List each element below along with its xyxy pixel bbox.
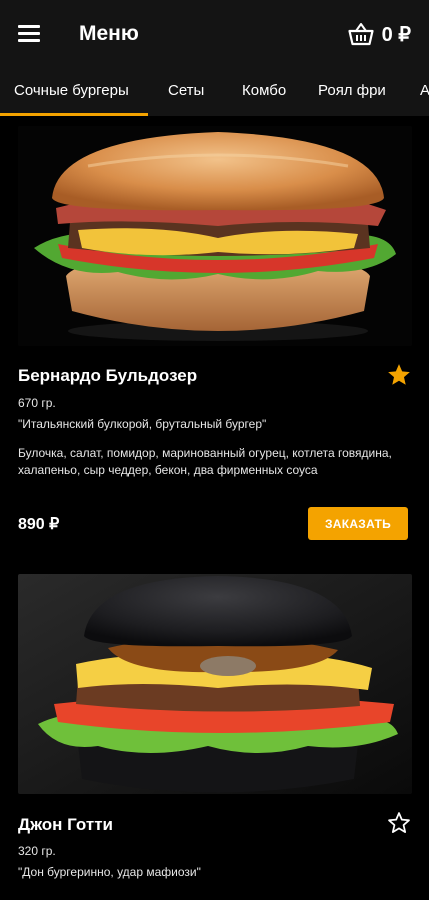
cart-button[interactable]: 0 ₽ [347, 20, 411, 48]
star-filled-icon[interactable] [386, 362, 412, 388]
burger-image [18, 574, 412, 794]
app-bar: Меню 0 ₽ [0, 0, 429, 68]
product-description: Булочка, салат, помидор, маринованный ог… [18, 446, 392, 477]
tab-combo[interactable]: Комбо [242, 82, 286, 99]
product-weight: 670 гр. [18, 396, 56, 410]
product-tagline: "Итальянский булкорой, брутальный бургер… [18, 417, 267, 431]
product-tagline: "Дон бургеринно, удар мафиози" [18, 865, 201, 879]
product-name: Джон Готти [18, 815, 113, 834]
tab-royal-fries[interactable]: Роял фри [318, 82, 386, 99]
product-photo[interactable] [18, 574, 412, 794]
product-name: Бернардо Бульдозер [18, 366, 198, 385]
tab-sets[interactable]: Сеты [168, 82, 204, 99]
basket-icon [347, 23, 374, 46]
star-outline-icon[interactable] [386, 810, 412, 836]
burger-image [18, 126, 412, 346]
hamburger-menu-icon[interactable] [18, 22, 42, 44]
page-title: Меню [79, 22, 139, 45]
product-price: 890 ₽ [18, 516, 60, 533]
product-list: Бернардо Бульдозер 670 гр. "Итальянский … [0, 116, 429, 900]
tab-juicy-burgers[interactable]: Сочные бургеры [14, 82, 129, 99]
product-photo[interactable] [18, 126, 412, 346]
product-weight: 320 гр. [18, 844, 56, 858]
tab-next[interactable]: А [420, 82, 429, 99]
category-tabs: Сочные бургеры Сеты Комбо Роял фри А [0, 68, 429, 116]
order-button[interactable]: ЗАКАЗАТЬ [308, 507, 408, 540]
cart-total: 0 ₽ [381, 23, 411, 46]
